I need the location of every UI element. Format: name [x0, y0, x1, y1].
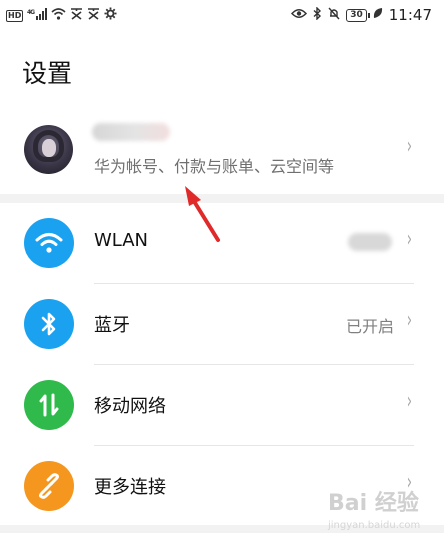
link-icon: [24, 461, 74, 511]
settings-row-wlan[interactable]: WLAN ›: [0, 203, 444, 283]
account-subtitle: 华为帐号、付款与账单、云空间等: [94, 157, 335, 176]
settings-row-label: 移动网络: [94, 396, 166, 417]
bluetooth-icon: [313, 5, 322, 24]
settings-row-bluetooth[interactable]: 蓝牙 已开启 ›: [0, 284, 444, 364]
chevron-right-icon: ›: [406, 134, 413, 159]
watermark-text: Bai 经验: [328, 490, 419, 516]
wifi-icon: [51, 7, 66, 24]
page-title: 设置: [22, 59, 73, 88]
notification-icon: [87, 7, 100, 24]
settings-row-label: 蓝牙: [94, 315, 130, 336]
chevron-right-icon: ›: [406, 389, 413, 414]
settings-row-label: WLAN: [94, 230, 149, 251]
wlan-network-name-blurred: [348, 233, 392, 251]
watermark: Bai 经验 jingyan.baidu.com: [300, 476, 440, 536]
chevron-right-icon: ›: [406, 308, 413, 333]
svg-text:4G: 4G: [27, 9, 35, 16]
settings-icon: [104, 7, 117, 24]
settings-row-value: 已开启: [345, 317, 394, 336]
notification-icon: [70, 7, 83, 24]
page-header: 设置: [0, 30, 444, 106]
settings-row-label: 更多连接: [94, 477, 166, 498]
eye-icon: [291, 8, 308, 23]
leaf-icon: [373, 7, 383, 23]
hd-badge: HD: [6, 9, 24, 22]
wifi-icon: [24, 218, 74, 268]
account-name-blurred: [92, 123, 170, 141]
mobile-data-icon: [24, 380, 74, 430]
account-card[interactable]: 华为帐号、付款与账单、云空间等 ›: [0, 106, 444, 194]
watermark-sub: jingyan.baidu.com: [327, 520, 420, 531]
settings-row-mobile-network[interactable]: 移动网络 ›: [0, 365, 444, 445]
battery-icon: 30: [346, 8, 370, 22]
bluetooth-icon: [24, 299, 74, 349]
cellular-signal-icon: 4G: [27, 8, 48, 23]
avatar: [24, 125, 73, 174]
status-bar: HD 4G 30 11:47: [0, 0, 444, 30]
silent-icon: [328, 7, 340, 24]
chevron-right-icon: ›: [406, 227, 413, 252]
clock: 11:47: [388, 6, 432, 24]
